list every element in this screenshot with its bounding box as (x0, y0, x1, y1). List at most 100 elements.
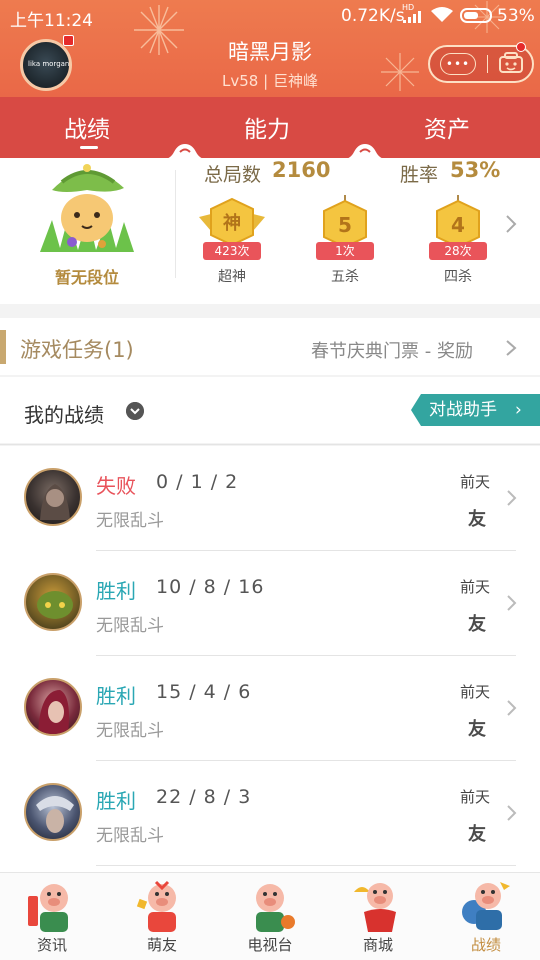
match-list: 失败 0 / 1 / 2 无限乱斗 前天 友 胜利 10 / 8 / 16 无限… (0, 446, 540, 872)
tab-divider-decoration (340, 144, 390, 160)
tab-record[interactable]: 战绩 (64, 110, 110, 144)
nav-tv[interactable]: 电视台 (230, 876, 310, 960)
divider (0, 444, 540, 445)
chevron-right-icon: › (515, 400, 522, 420)
match-row[interactable]: 胜利 22 / 8 / 3 无限乱斗 前天 友 (0, 761, 540, 866)
nav-news[interactable]: 资讯 (12, 876, 92, 960)
match-mode: 无限乱斗 (96, 826, 164, 846)
badge-icon-text: 5 (338, 213, 352, 237)
friend-tag: 友 (468, 614, 486, 635)
records-title[interactable]: 我的战绩 (24, 399, 104, 428)
friend-tag: 友 (468, 509, 486, 530)
rank-label: 暂无段位 (54, 268, 119, 287)
player-rank-title: 巨神峰 (272, 72, 318, 90)
win-rate-value: 53% (450, 158, 501, 182)
battery-icon (460, 8, 492, 23)
match-mode: 无限乱斗 (96, 511, 164, 531)
win-rate-label: 胜率 (400, 164, 439, 186)
match-result: 胜利 (96, 684, 136, 708)
hero-avatar (24, 678, 82, 736)
nav-label: 萌友 (146, 936, 177, 954)
status-time: 上午11:24 (10, 11, 93, 31)
network-speed: 0.72K/s (341, 6, 405, 26)
friend-tag: 友 (468, 824, 486, 845)
match-kda: 0 / 1 / 2 (156, 471, 239, 493)
player-name: 暗黑月影 (228, 40, 312, 64)
firework-decoration (381, 53, 419, 91)
match-row[interactable]: 失败 0 / 1 / 2 无限乱斗 前天 友 (0, 446, 540, 551)
hero-portrait-icon (40, 484, 70, 520)
hero-portrait-icon (38, 690, 69, 734)
chat-notification-dot (516, 42, 526, 52)
match-result: 失败 (96, 474, 136, 498)
chevron-right-icon (507, 595, 517, 611)
more-button[interactable]: ••• (440, 53, 476, 75)
nav-records[interactable]: 战绩 (446, 876, 526, 960)
battle-assistant-label: 对战助手 (429, 400, 497, 420)
legendary-count: 423次 (203, 242, 261, 260)
chevron-right-icon (507, 700, 517, 716)
actions-separator (487, 55, 488, 73)
chevron-right-icon (507, 490, 517, 506)
match-mode: 无限乱斗 (96, 721, 164, 741)
pig-mascot-icon (136, 880, 176, 932)
chevron-right-icon[interactable] (505, 339, 517, 357)
match-result: 胜利 (96, 579, 136, 603)
nav-friends[interactable]: 萌友 (122, 876, 202, 960)
nav-label: 电视台 (247, 936, 293, 954)
match-row[interactable]: 胜利 15 / 4 / 6 无限乱斗 前天 友 (0, 656, 540, 761)
hero-portrait-icon (36, 796, 74, 833)
player-level: Lv58 (222, 72, 259, 90)
battle-assistant-button[interactable]: 对战助手 › (411, 394, 540, 426)
friend-tag: 友 (468, 719, 486, 740)
chevron-right-icon[interactable] (505, 214, 517, 234)
match-kda: 15 / 4 / 6 (156, 681, 252, 703)
pig-mascot-icon (28, 884, 68, 932)
chat-icon[interactable] (498, 52, 524, 76)
total-games-value: 2160 (272, 158, 331, 182)
nav-shop[interactable]: 商城 (338, 876, 418, 960)
nav-label: 资讯 (36, 936, 67, 954)
notification-dot (63, 35, 74, 46)
avatar[interactable]: lika morgan (20, 39, 72, 91)
wifi-icon (431, 7, 453, 22)
hero-avatar (24, 573, 82, 631)
quadra-kill-label: 四杀 (444, 269, 472, 285)
tab-ability[interactable]: 能力 (244, 110, 290, 144)
match-time: 前天 (460, 473, 491, 491)
penta-kill-label: 五杀 (331, 269, 359, 285)
match-time: 前天 (460, 683, 491, 701)
legendary-label: 超神 (218, 269, 246, 285)
active-tab-indicator (80, 146, 98, 149)
tab-assets[interactable]: 资产 (424, 110, 470, 144)
pig-mascot-icon (462, 882, 510, 930)
stats-divider (175, 170, 176, 278)
status-bar: 上午11:24 0.72K/s HD 53% (0, 0, 540, 32)
nav-label: 战绩 (470, 936, 501, 954)
badge-icon-text: 4 (451, 213, 465, 237)
player-level-line: Lv58 | 巨神峰 (170, 70, 370, 91)
chevron-right-icon (507, 805, 517, 821)
battery-percent: 53% (497, 6, 535, 26)
info-toggle-icon[interactable] (126, 402, 144, 420)
hero-portrait-icon (37, 591, 73, 619)
mission-reward-link[interactable]: 春节庆典门票 - 奖励 (311, 337, 473, 363)
match-mode: 无限乱斗 (96, 616, 164, 636)
match-time: 前天 (460, 788, 491, 806)
penta-kill-count: 1次 (316, 242, 374, 260)
match-kda: 10 / 8 / 16 (156, 576, 265, 598)
avatar-text: lika morgan (28, 60, 70, 68)
hero-avatar (24, 468, 82, 526)
tab-divider-decoration (160, 144, 210, 160)
match-row[interactable]: 胜利 10 / 8 / 16 无限乱斗 前天 友 (0, 551, 540, 656)
total-games-label: 总局数 (204, 164, 262, 186)
signal-icon (403, 11, 421, 23)
section-accent-bar (0, 330, 6, 364)
pig-mascot-icon (256, 884, 295, 932)
mission-title: 游戏任务(1) (20, 338, 134, 362)
rank-mascot-icon (40, 164, 134, 252)
nav-label: 商城 (362, 936, 393, 954)
pig-mascot-icon (354, 883, 396, 932)
level-separator: | (263, 72, 269, 90)
badge-icon-text: 神 (223, 212, 241, 234)
